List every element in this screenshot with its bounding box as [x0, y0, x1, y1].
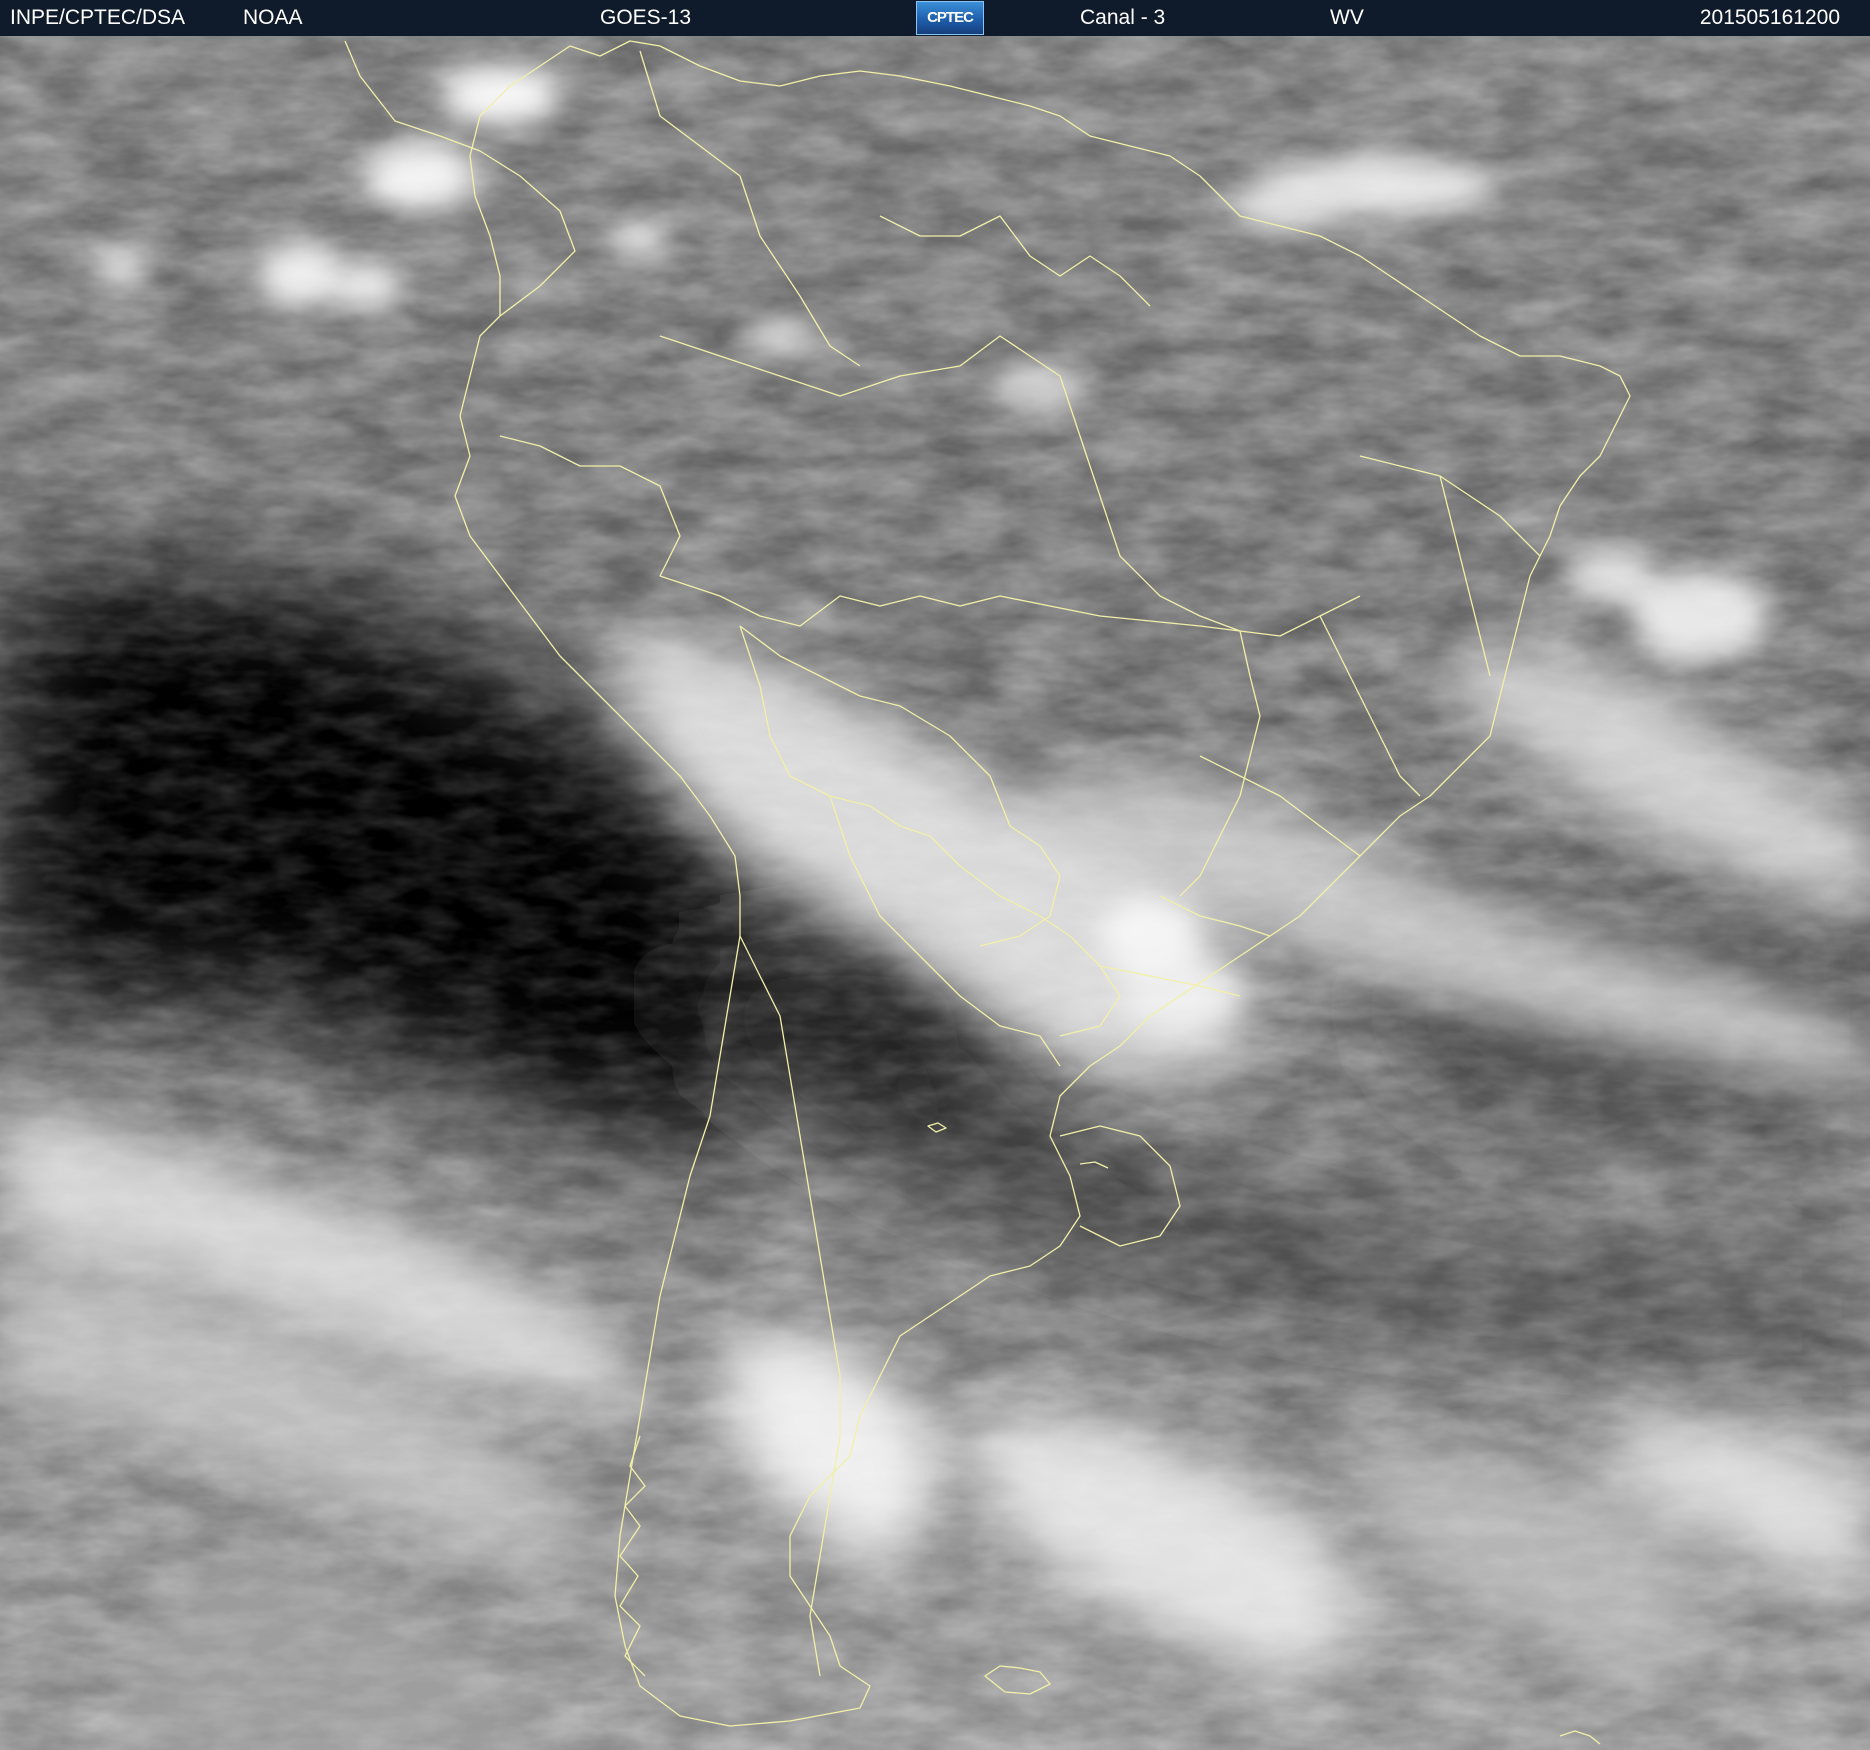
- agency-label: NOAA: [243, 6, 303, 29]
- cirrus-texture-layer: [0, 36, 1870, 1750]
- cptec-logo-text: CPTEC: [927, 9, 974, 26]
- timestamp-label: 201505161200: [1699, 6, 1840, 29]
- cptec-logo: CPTEC: [916, 1, 984, 35]
- satellite-label: GOES-13: [600, 6, 692, 29]
- image-header-bar: INPE/CPTEC/DSA NOAA GOES-13 CPTEC Canal …: [0, 0, 1870, 36]
- channel-label: Canal - 3: [1080, 6, 1166, 29]
- band-label: WV: [1330, 6, 1364, 29]
- organization-label: INPE/CPTEC/DSA: [10, 6, 186, 29]
- water-vapor-imagery: [0, 36, 1870, 1750]
- satellite-image-frame: INPE/CPTEC/DSA NOAA GOES-13 CPTEC Canal …: [0, 0, 1870, 1750]
